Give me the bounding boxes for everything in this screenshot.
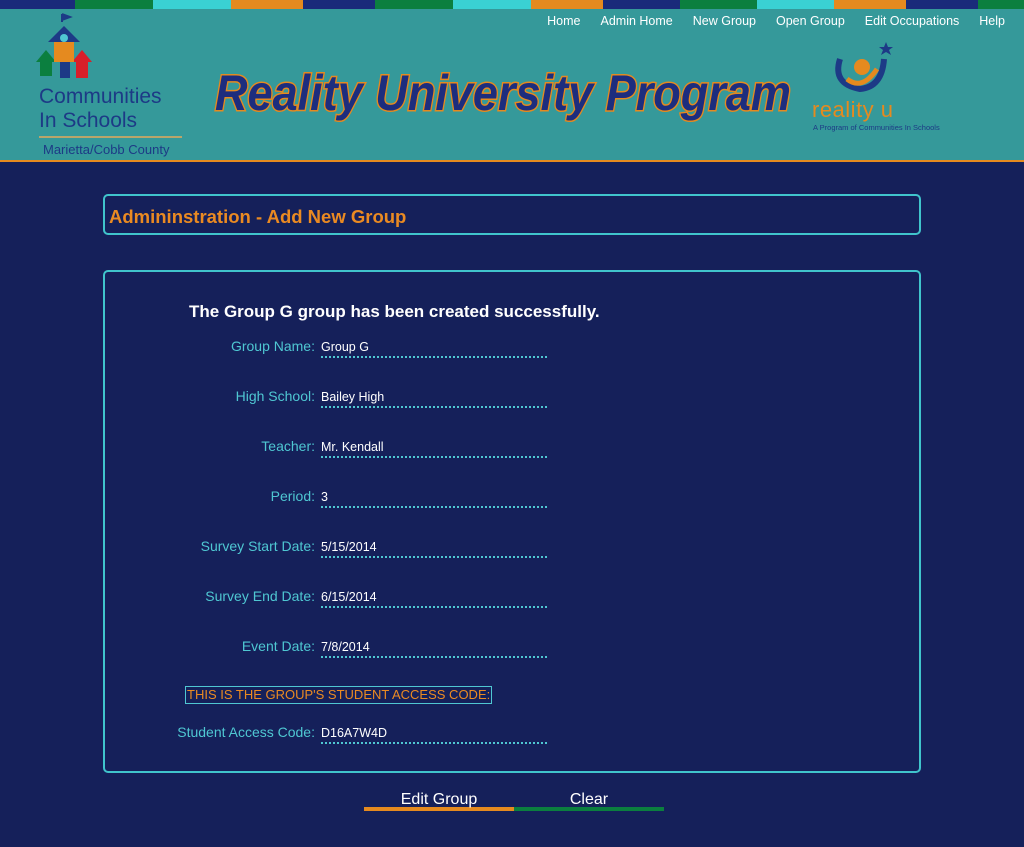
event-date-value: 7/8/2014 — [321, 638, 547, 658]
page-title-panel: Admininstration - Add New Group — [103, 194, 921, 235]
access-code-label: Student Access Code: — [177, 724, 315, 740]
cis-divider — [39, 136, 182, 138]
nav-open-group[interactable]: Open Group — [766, 13, 855, 29]
banner-title: Reality University Program — [214, 64, 793, 123]
clear-button[interactable]: Clear — [514, 790, 664, 811]
teacher-label: Teacher: — [261, 438, 315, 454]
site-header: Home Admin Home New Group Open Group Edi… — [0, 9, 1024, 162]
nav-home[interactable]: Home — [537, 13, 590, 29]
schoolhouse-logo-icon — [36, 13, 92, 78]
banner-title-text: Reality University Program — [215, 65, 791, 121]
reality-u-brand: reality u — [812, 97, 894, 122]
event-date-label: Event Date: — [241, 638, 315, 654]
nav-new-group[interactable]: New Group — [683, 13, 766, 29]
access-code-value: D16A7W4D — [321, 724, 547, 744]
reality-u-tagline: A Program of Communities In Schools — [813, 123, 940, 132]
nav-help[interactable]: Help — [969, 13, 1006, 29]
top-color-stripe — [0, 0, 1024, 9]
nav-admin-home[interactable]: Admin Home — [591, 13, 683, 29]
high-school-row: High School: Bailey High — [120, 388, 550, 408]
access-code-row: Student Access Code: D16A7W4D — [120, 724, 550, 744]
group-name-row: Group Name: Group G — [120, 338, 550, 358]
group-name-value: Group G — [321, 338, 547, 358]
high-school-label: High School: — [235, 388, 315, 404]
event-date-row: Event Date: 7/8/2014 — [120, 638, 550, 658]
teacher-row: Teacher: Mr. Kendall — [120, 438, 550, 458]
high-school-value: Bailey High — [321, 388, 547, 408]
period-label: Period: — [270, 488, 315, 504]
top-nav: Home Admin Home New Group Open Group Edi… — [537, 13, 1006, 29]
success-message: The Group G group has been created succe… — [189, 302, 600, 321]
survey-end-row: Survey End Date: 6/15/2014 — [120, 588, 550, 608]
survey-end-label: Survey End Date: — [205, 588, 315, 604]
edit-group-button[interactable]: Edit Group — [364, 790, 514, 811]
survey-start-row: Survey Start Date: 5/15/2014 — [120, 538, 550, 558]
survey-start-value: 5/15/2014 — [321, 538, 547, 558]
teacher-value: Mr. Kendall — [321, 438, 547, 458]
nav-edit-occupations[interactable]: Edit Occupations — [855, 13, 970, 29]
survey-start-label: Survey Start Date: — [200, 538, 315, 554]
survey-end-value: 6/15/2014 — [321, 588, 547, 608]
access-code-notice: THIS IS THE GROUP'S STUDENT ACCESS CODE: — [185, 686, 493, 704]
county-label: Marietta/Cobb County — [43, 142, 170, 157]
period-row: Period: 3 — [120, 488, 550, 508]
cis-name: Communities In Schools — [39, 85, 162, 133]
group-name-label: Group Name: — [230, 338, 315, 354]
cis-line2: In Schools — [39, 109, 138, 132]
period-value: 3 — [321, 488, 547, 508]
cis-line1: Communities — [39, 85, 162, 108]
page-title: Admininstration - Add New Group — [109, 206, 407, 227]
